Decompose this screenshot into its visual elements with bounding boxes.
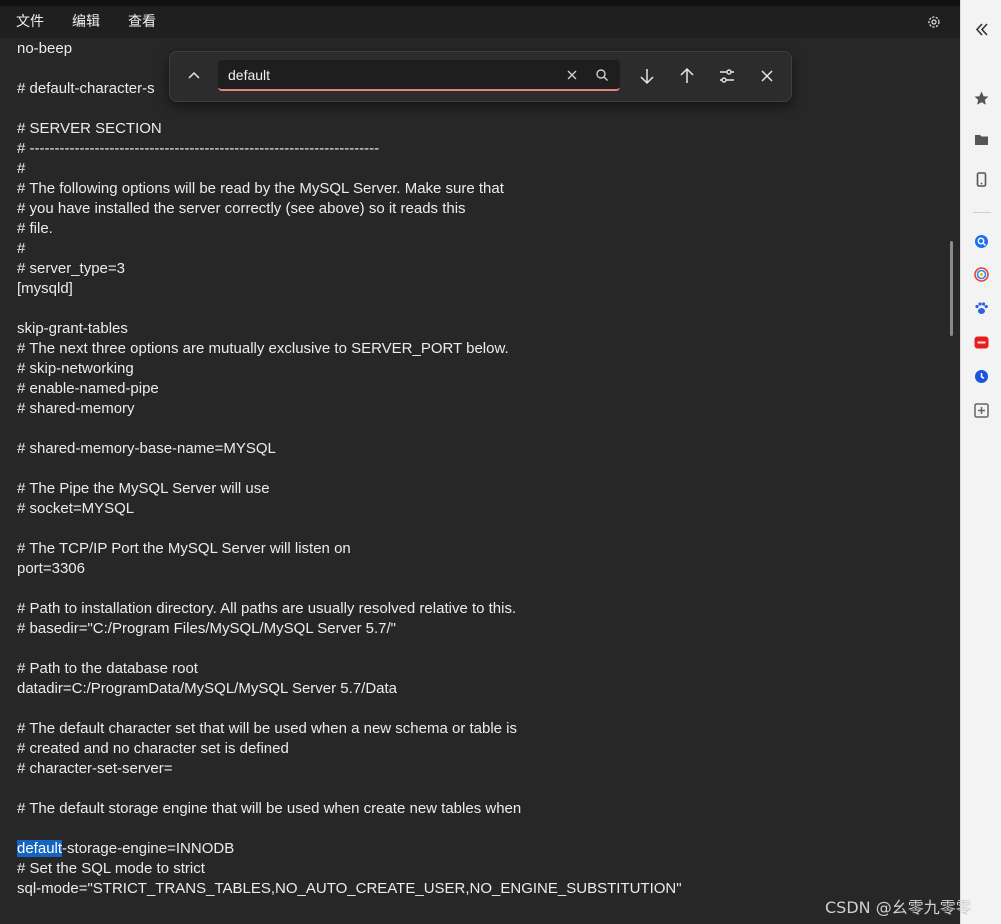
- editor-line: # The default character set that will be…: [17, 720, 518, 737]
- search-icon[interactable]: [594, 67, 610, 83]
- find-bar: [169, 51, 792, 102]
- text-editor[interactable]: no-beep # default-character-s # SERVER SEC…: [0, 38, 960, 924]
- menu-bar: 文件 编辑 查看: [0, 6, 960, 38]
- editor-line: # enable-named-pipe: [17, 380, 159, 397]
- editor-line: #: [17, 160, 26, 177]
- menu-view[interactable]: 查看: [114, 6, 170, 38]
- editor-line: # shared-memory: [17, 400, 135, 417]
- editor-line: # socket=MYSQL: [17, 500, 135, 517]
- arrow-down-icon: [640, 69, 654, 85]
- gear-icon[interactable]: [926, 14, 942, 30]
- editor-line: sql-mode="STRICT_TRANS_TABLES,NO_AUTO_CR…: [17, 880, 682, 897]
- editor-line: # created and no character set is define…: [17, 740, 289, 757]
- collapse-find-button[interactable]: [182, 64, 206, 88]
- paw-icon[interactable]: [973, 300, 990, 317]
- arrow-up-icon: [680, 67, 694, 83]
- editor-line: # Path to installation directory. All pa…: [17, 600, 517, 617]
- editor-line: # skip-networking: [17, 360, 134, 377]
- close-icon: [761, 70, 773, 82]
- close-find-button[interactable]: [755, 64, 779, 88]
- editor-line: # shared-memory-base-name=MYSQL: [17, 440, 276, 457]
- sliders-icon: [720, 69, 734, 83]
- chevron-up-icon: [188, 71, 200, 79]
- find-options-button[interactable]: [715, 64, 739, 88]
- editor-lines: no-beep # default-character-s # SERVER SEC…: [17, 39, 682, 899]
- editor-line: datadir=C:/ProgramData/MySQL/MySQL Serve…: [17, 680, 398, 697]
- editor-line: # you have installed the server correctl…: [17, 200, 466, 217]
- editor-line: # Path to the database root: [17, 660, 198, 677]
- editor-line: # The default storage engine that will b…: [17, 800, 522, 817]
- next-match-button[interactable]: [635, 64, 659, 88]
- badge-app-icon[interactable]: [973, 334, 990, 351]
- clock-icon[interactable]: [973, 368, 990, 385]
- circle-app-icon[interactable]: [973, 266, 990, 283]
- phone-icon[interactable]: [973, 171, 990, 188]
- editor-line: default-storage-engine=INNODB: [17, 839, 682, 859]
- editor-line: [mysqld]: [17, 280, 73, 297]
- editor-line: # The Pipe the MySQL Server will use: [17, 480, 270, 497]
- editor-line: # character-set-server=: [17, 760, 173, 777]
- match-line-rest: -storage-engine=INNODB: [62, 840, 235, 857]
- browser-sidebar: [960, 0, 1001, 924]
- menu-file[interactable]: 文件: [0, 6, 58, 38]
- csdn-watermark: CSDN @幺零九零零: [825, 898, 972, 917]
- editor-line: # Set the SQL mode to strict: [17, 860, 205, 877]
- editor-line: # SERVER SECTION: [17, 120, 162, 137]
- editor-line: # basedir="C:/Program Files/MySQL/MySQL …: [17, 620, 396, 637]
- editor-line: # The TCP/IP Port the MySQL Server will …: [17, 540, 351, 557]
- editor-line: # The next three options are mutually ex…: [17, 340, 509, 357]
- clear-icon[interactable]: [564, 67, 580, 83]
- menu-edit[interactable]: 编辑: [58, 6, 114, 38]
- editor-line: # file.: [17, 220, 53, 237]
- editor-line: # --------------------------------------…: [17, 140, 380, 157]
- folder-icon[interactable]: [973, 131, 990, 148]
- search-box: [218, 60, 620, 91]
- search-input[interactable]: [228, 60, 558, 89]
- editor-line: port=3306: [17, 560, 85, 577]
- editor-line: #: [17, 240, 26, 257]
- editor-line: # The following options will be read by …: [17, 180, 504, 197]
- sidebar-divider: [973, 212, 991, 213]
- collapse-icon[interactable]: [973, 21, 990, 38]
- editor-line: # server_type=3: [17, 260, 125, 277]
- add-icon[interactable]: [973, 402, 990, 419]
- star-icon[interactable]: [973, 90, 990, 107]
- previous-match-button[interactable]: [675, 64, 699, 88]
- search-match-highlight: default: [17, 840, 63, 857]
- vertical-scrollbar[interactable]: [950, 241, 953, 336]
- search-app-icon[interactable]: [973, 233, 990, 250]
- editor-line: skip-grant-tables: [17, 320, 128, 337]
